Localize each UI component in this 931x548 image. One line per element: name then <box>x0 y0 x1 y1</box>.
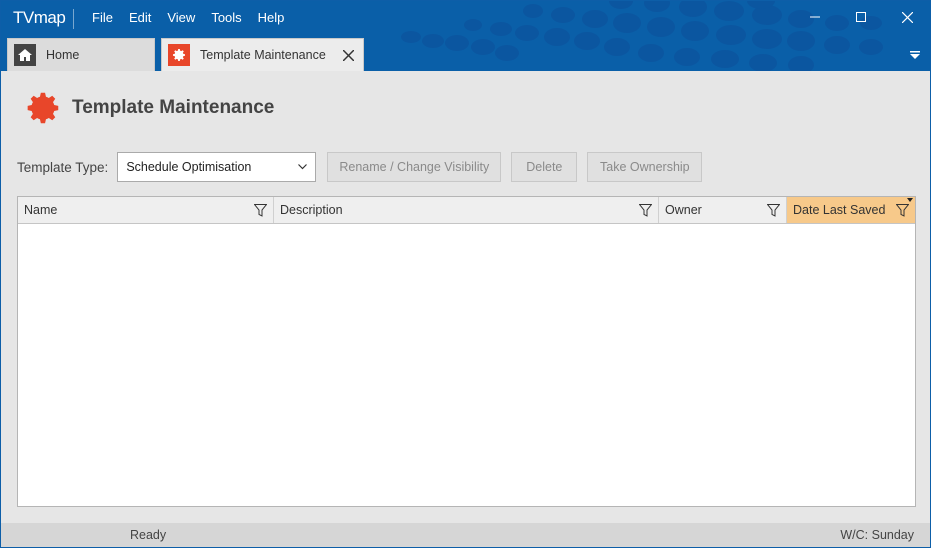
delete-button[interactable]: Delete <box>511 152 578 182</box>
column-header-date-last-saved[interactable]: Date Last Saved <box>787 197 915 223</box>
gear-icon <box>168 44 190 66</box>
grid-body[interactable] <box>18 224 915 506</box>
menu-file[interactable]: File <box>92 10 113 25</box>
column-header-name[interactable]: Name <box>18 197 274 223</box>
template-type-label: Template Type: <box>17 159 109 175</box>
status-bar: Ready W/C: Sunday <box>1 523 930 547</box>
tab-template-maintenance-label: Template Maintenance <box>200 48 326 62</box>
week-commencing-indicator: W/C: Sunday <box>840 528 914 542</box>
template-type-value: Schedule Optimisation <box>126 160 252 174</box>
filter-icon[interactable] <box>254 203 267 217</box>
close-button[interactable] <box>884 1 930 33</box>
filter-icon[interactable] <box>896 203 909 217</box>
close-icon <box>901 11 913 23</box>
column-header-description[interactable]: Description <box>274 197 659 223</box>
gear-icon <box>27 92 59 124</box>
page-title: Template Maintenance <box>72 97 275 118</box>
title-bar: TVmap File Edit View Tools Help Home Tem… <box>1 1 930 71</box>
minimize-button[interactable] <box>792 1 838 33</box>
templates-grid: Name Description Owner Date Last Saved <box>17 196 916 507</box>
template-type-select[interactable]: Schedule Optimisation <box>117 152 317 182</box>
grid-header: Name Description Owner Date Last Saved <box>18 197 915 224</box>
rename-change-visibility-button[interactable]: Rename / Change Visibility <box>327 152 502 182</box>
tab-home-label: Home <box>46 48 80 62</box>
logo-divider <box>73 9 74 29</box>
tab-template-maintenance[interactable]: Template Maintenance <box>161 38 364 71</box>
sort-indicator-icon <box>907 198 913 202</box>
maximize-button[interactable] <box>838 1 884 33</box>
column-description-label: Description <box>280 203 343 217</box>
toolbar: Template Type: Schedule Optimisation Ren… <box>17 152 703 182</box>
menu-view[interactable]: View <box>167 10 195 25</box>
app-window: TVmap File Edit View Tools Help Home Tem… <box>0 0 931 548</box>
column-owner-label: Owner <box>665 203 702 217</box>
column-header-owner[interactable]: Owner <box>659 197 787 223</box>
window-controls <box>792 1 930 33</box>
close-icon <box>342 49 354 61</box>
filter-icon[interactable] <box>767 203 780 217</box>
tab-overflow-icon[interactable] <box>909 48 921 60</box>
column-date-last-saved-label: Date Last Saved <box>793 203 886 217</box>
page-header: Template Maintenance <box>26 90 274 126</box>
maximize-icon <box>856 12 866 22</box>
menu-help[interactable]: Help <box>258 10 285 25</box>
column-name-label: Name <box>24 203 58 217</box>
tab-close-button[interactable] <box>341 48 355 62</box>
status-text: Ready <box>130 528 167 542</box>
tab-home[interactable]: Home <box>7 38 155 71</box>
minimize-icon <box>810 16 820 18</box>
menu-tools[interactable]: Tools <box>211 10 241 25</box>
home-icon <box>14 44 36 66</box>
chevron-down-icon <box>298 164 308 170</box>
tab-strip: Home Template Maintenance <box>7 38 370 71</box>
take-ownership-button[interactable]: Take Ownership <box>587 152 703 182</box>
menu-bar: File Edit View Tools Help <box>92 10 300 25</box>
app-logo: TVmap <box>13 8 66 27</box>
filter-icon[interactable] <box>639 203 652 217</box>
menu-edit[interactable]: Edit <box>129 10 151 25</box>
